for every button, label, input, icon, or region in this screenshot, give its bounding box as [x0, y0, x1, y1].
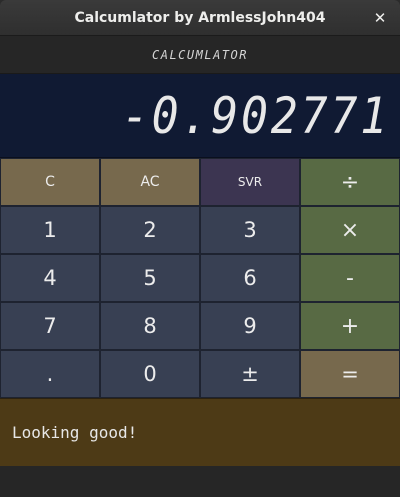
- key-9-button[interactable]: 9: [200, 302, 300, 350]
- key-0-button[interactable]: 0: [100, 350, 200, 398]
- key-plus-minus-button[interactable]: ±: [200, 350, 300, 398]
- key-multiply-button[interactable]: ×: [300, 206, 400, 254]
- key-subtract-button[interactable]: -: [300, 254, 400, 302]
- key-4-button[interactable]: 4: [0, 254, 100, 302]
- key-divide-button[interactable]: ÷: [300, 158, 400, 206]
- app-header-label: CALCUMLATOR: [0, 36, 400, 74]
- window-footer: [0, 466, 400, 497]
- title-bar: Calcumlator by ArmlessJohn404 ✕: [0, 0, 400, 36]
- status-bar: Looking good!: [0, 398, 400, 466]
- key-2-button[interactable]: 2: [100, 206, 200, 254]
- key-equals-button[interactable]: =: [300, 350, 400, 398]
- key-5-button[interactable]: 5: [100, 254, 200, 302]
- key-clear-button[interactable]: C: [0, 158, 100, 206]
- calculator-window: Calcumlator by ArmlessJohn404 ✕ CALCUMLA…: [0, 0, 400, 497]
- keypad: C AC SVR ÷ 1 2 3 × 4 5 6 - 7 8 9 + . 0 ±…: [0, 158, 400, 398]
- key-svr-button[interactable]: SVR: [200, 158, 300, 206]
- key-decimal-button[interactable]: .: [0, 350, 100, 398]
- window-title: Calcumlator by ArmlessJohn404: [74, 10, 326, 26]
- key-3-button[interactable]: 3: [200, 206, 300, 254]
- display-panel: -0.902771: [0, 74, 400, 158]
- key-all-clear-button[interactable]: AC: [100, 158, 200, 206]
- key-add-button[interactable]: +: [300, 302, 400, 350]
- key-1-button[interactable]: 1: [0, 206, 100, 254]
- key-7-button[interactable]: 7: [0, 302, 100, 350]
- close-icon[interactable]: ✕: [368, 6, 392, 30]
- display-value: -0.902771: [121, 87, 390, 145]
- key-6-button[interactable]: 6: [200, 254, 300, 302]
- key-8-button[interactable]: 8: [100, 302, 200, 350]
